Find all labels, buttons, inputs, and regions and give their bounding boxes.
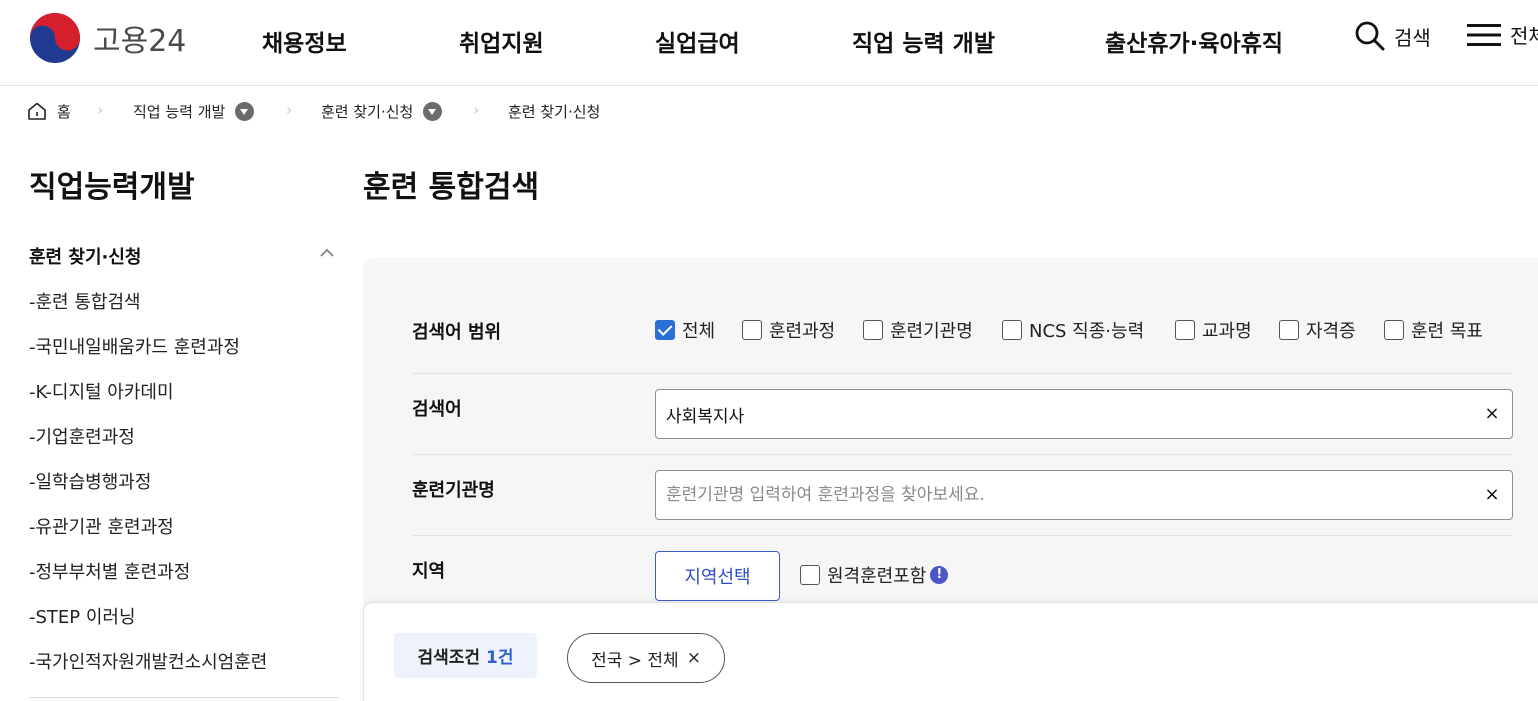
condition-chip-text: 전국 > 전체 — [591, 650, 679, 671]
sidebar-item-integrated-search[interactable]: -훈련 통합검색 — [29, 288, 141, 314]
breadcrumb-level2[interactable]: 훈련 찾기·신청 — [321, 100, 443, 122]
breadcrumb-separator-icon: › — [473, 100, 480, 119]
scope-option-certificate[interactable]: 자격증 — [1279, 317, 1356, 343]
checkbox-icon[interactable] — [800, 565, 820, 585]
search-button[interactable]: 검색 — [1354, 20, 1431, 52]
taegeuk-logo-icon — [30, 13, 80, 63]
checkbox-icon[interactable] — [1002, 320, 1022, 340]
scope-option-goal[interactable]: 훈련 목표 — [1384, 317, 1483, 343]
breadcrumb-level1[interactable]: 직업 능력 개발 — [133, 100, 255, 122]
search-condition-bar — [363, 602, 1538, 701]
nav-item-employment-support[interactable]: 취업지원 — [459, 24, 544, 58]
scope-option-course[interactable]: 훈련과정 — [742, 317, 835, 343]
nav-item-parental-leave[interactable]: 출산휴가·육아휴직 — [1105, 24, 1283, 58]
scope-option-all[interactable]: 전체 — [655, 317, 715, 343]
sidebar-item-k-digital[interactable]: -K-디지털 아카데미 — [29, 378, 174, 404]
nav-item-unemployment-benefit[interactable]: 실업급여 — [655, 24, 740, 58]
sidebar-title: 직업능력개발 — [29, 170, 195, 205]
institution-input[interactable] — [666, 471, 1456, 519]
breadcrumb-separator-icon: › — [286, 100, 293, 119]
info-icon[interactable]: ! — [930, 566, 949, 584]
dropdown-arrow-icon[interactable] — [235, 101, 255, 121]
nav-item-vocational-training[interactable]: 직업 능력 개발 — [852, 24, 995, 58]
breadcrumb-current: 훈련 찾기·신청 — [508, 100, 600, 122]
remote-training-label: 원격훈련포함 — [827, 566, 927, 587]
checkbox-icon[interactable] — [1175, 320, 1195, 340]
keyword-field: × — [655, 389, 1513, 439]
checkbox-icon[interactable] — [1279, 320, 1299, 340]
logo-text: 고용24 — [93, 24, 187, 59]
scope-label: 검색어 범위 — [412, 322, 502, 343]
row-divider — [412, 535, 1512, 536]
search-icon — [1355, 21, 1385, 51]
search-label: 검색 — [1394, 25, 1431, 50]
scope-option-ncs[interactable]: NCS 직종·능력 — [1002, 317, 1144, 343]
all-menu-label: 전체 — [1510, 24, 1538, 48]
home-icon — [28, 102, 46, 120]
checkbox-checked-icon[interactable] — [655, 320, 675, 340]
checkbox-icon[interactable] — [742, 320, 762, 340]
breadcrumb-current-label: 훈련 찾기·신청 — [508, 102, 601, 121]
sidebar-item-consortium[interactable]: -국가인적자원개발컨소시엄훈련 — [29, 648, 267, 674]
condition-chip[interactable]: 전국 > 전체 × — [567, 633, 725, 683]
site-header: 고용24 채용정보 취업지원 실업급여 직업 능력 개발 출산휴가·육아휴직 검… — [0, 0, 1538, 86]
search-condition-label: 검색조건 1건 — [394, 633, 537, 678]
clear-keyword-icon[interactable]: × — [1482, 404, 1502, 424]
nav-item-jobs[interactable]: 채용정보 — [262, 24, 347, 58]
hamburger-menu-icon — [1467, 23, 1501, 46]
institution-field: × — [655, 470, 1513, 520]
checkbox-icon[interactable] — [1384, 320, 1404, 340]
row-divider — [412, 454, 1512, 455]
row-divider — [412, 373, 1512, 374]
keyword-input[interactable] — [666, 390, 1456, 438]
logo[interactable]: 고용24 — [29, 12, 186, 64]
dropdown-arrow-icon[interactable] — [423, 101, 443, 121]
region-label: 지역 — [412, 561, 446, 582]
sidebar-group-title[interactable]: 훈련 찾기·신청 — [29, 243, 141, 269]
checkbox-icon[interactable] — [863, 320, 883, 340]
region-select-button[interactable]: 지역선택 — [655, 551, 780, 601]
sidebar-item-step-elearning[interactable]: -STEP 이러닝 — [29, 603, 136, 629]
breadcrumb-separator-icon: › — [97, 100, 104, 119]
keyword-label: 검색어 — [412, 399, 462, 420]
breadcrumb-home[interactable]: 홈 — [27, 100, 71, 122]
sidebar-divider — [29, 697, 339, 698]
sidebar-item-related-institutions[interactable]: -유관기관 훈련과정 — [29, 513, 174, 539]
breadcrumb-level1-label: 직업 능력 개발 — [133, 102, 226, 121]
breadcrumb-level2-label: 훈련 찾기·신청 — [321, 102, 414, 121]
scope-option-subject[interactable]: 교과명 — [1175, 317, 1252, 343]
institution-label: 훈련기관명 — [412, 480, 495, 501]
remote-training-checkbox[interactable]: 원격훈련포함 ! — [800, 562, 949, 588]
chevron-up-icon[interactable] — [318, 246, 336, 260]
search-condition-count: 1건 — [486, 648, 514, 668]
all-menu-button[interactable]: 전체 — [1467, 20, 1538, 49]
breadcrumb-home-label: 홈 — [57, 102, 71, 121]
sidebar-item-national-card[interactable]: -국민내일배움카드 훈련과정 — [29, 333, 240, 359]
clear-institution-icon[interactable]: × — [1482, 485, 1502, 505]
sidebar-item-corporate-training[interactable]: -기업훈련과정 — [29, 423, 135, 449]
page-title: 훈련 통합검색 — [363, 170, 540, 205]
sidebar-item-work-learning[interactable]: -일학습병행과정 — [29, 468, 151, 494]
close-icon[interactable]: × — [687, 648, 701, 668]
sidebar-item-government-ministries[interactable]: -정부부처별 훈련과정 — [29, 558, 190, 584]
scope-option-institution[interactable]: 훈련기관명 — [863, 317, 973, 343]
